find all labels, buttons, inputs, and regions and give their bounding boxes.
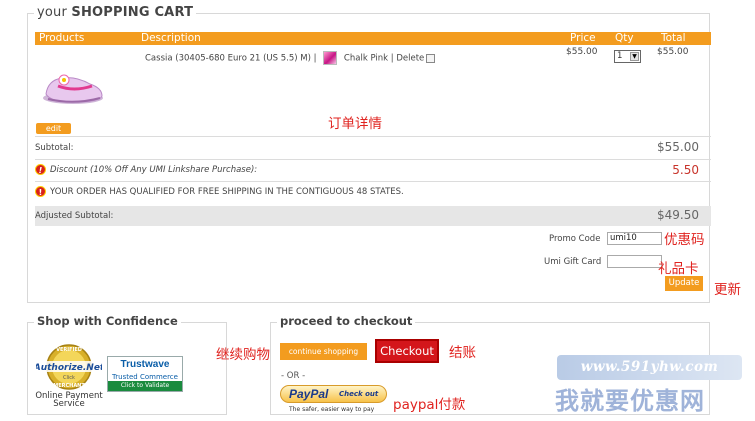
authnet-click: Click: [63, 375, 75, 381]
annotation-update: 更新: [714, 282, 741, 298]
edit-button[interactable]: edit: [36, 123, 71, 134]
confidence-title: Shop with Confidence: [34, 314, 181, 328]
annotation-order-details: 订单详情: [328, 116, 382, 132]
qty-select[interactable]: 1 ▼: [614, 50, 641, 63]
annotation-paypal: paypal付款: [393, 397, 466, 413]
authnet-verified: VERIFIED: [56, 347, 82, 353]
header-description: Description: [141, 32, 201, 44]
item-color: Chalk Pink: [343, 53, 389, 64]
watermark-name: 我就要优惠网: [555, 387, 705, 415]
paypal-tagline: The safer, easier way to pay: [289, 406, 375, 413]
subtotal-value: $55.00: [657, 140, 699, 154]
discount-value: 5.50: [672, 163, 699, 177]
shop-with-confidence-panel: Shop with Confidence VERIFIED Authorize.…: [27, 314, 227, 415]
trustwave-validate: Click to Validate: [108, 381, 182, 391]
gift-card-input[interactable]: [607, 255, 662, 268]
cart-header-bar: Products Description Price Qty Total: [35, 32, 711, 45]
shopping-cart-panel: your SHOPPING CART Products Description …: [27, 5, 711, 303]
delete-checkbox[interactable]: [426, 53, 436, 63]
trustwave-seal[interactable]: Trustwave Trusted Commerce Click to Vali…: [107, 356, 183, 392]
authnet-name: Authorize.Net: [36, 363, 102, 373]
continue-shopping-button[interactable]: continue shopping: [280, 343, 367, 360]
shipping-notice: YOUR ORDER HAS QUALIFIED FOR FREE SHIPPI…: [50, 187, 404, 197]
delete-label: Delete: [396, 53, 425, 64]
discount-row: ! Discount (10% Off Any UMI Linkshare Pur…: [35, 164, 257, 175]
alert-icon: !: [35, 186, 46, 197]
shipping-row: ! YOUR ORDER HAS QUALIFIED FOR FREE SHIPP…: [35, 186, 404, 197]
promo-code-input[interactable]: umi10: [607, 232, 662, 245]
adjusted-subtotal-bar: [35, 206, 711, 226]
header-products: Products: [39, 32, 85, 44]
divider: [35, 181, 711, 182]
divider: [35, 136, 711, 137]
paypal-check-out-label: Check out: [339, 390, 379, 398]
product-image[interactable]: [40, 66, 106, 106]
gift-card-label: Umi Gift Card: [544, 257, 602, 267]
trustwave-name: Trustwave: [120, 359, 170, 370]
authorize-net-seal[interactable]: VERIFIED Authorize.Net Click MERCHANT: [36, 341, 102, 393]
subtotal-label: Subtotal:: [35, 143, 74, 153]
checkout-title: proceed to checkout: [277, 314, 416, 328]
annotation-promo: 优惠码: [664, 232, 705, 248]
divider: [35, 159, 711, 160]
item-description: Cassia (30405-680 Euro 21 (US 5.5) M) | …: [145, 51, 436, 65]
alert-icon: !: [35, 164, 46, 175]
header-qty: Qty: [615, 32, 634, 44]
cart-title: your SHOPPING CART: [34, 5, 197, 20]
header-price: Price: [570, 32, 596, 44]
annotation-gift-card: 礼品卡: [658, 261, 699, 277]
paypal-checkout-button[interactable]: PayPal Check out: [280, 385, 387, 403]
item-total: $55.00: [657, 47, 689, 57]
or-separator: - OR -: [281, 371, 306, 381]
checkout-button[interactable]: Checkout: [375, 339, 439, 363]
watermark-url: www.591yhw.com: [557, 355, 742, 380]
promo-code-label: Promo Code: [549, 234, 601, 244]
annotation-checkout: 结账: [449, 345, 476, 361]
online-payment-caption: Online Payment Service: [35, 391, 103, 409]
annotation-continue: 继续购物: [216, 347, 270, 363]
color-swatch: [323, 51, 338, 65]
paypal-logo: PayPal: [289, 387, 329, 401]
discount-label: Discount (10% Off Any UMI Linkshare Purc…: [50, 165, 258, 175]
authnet-merchant: MERCHANT: [53, 383, 85, 389]
update-button[interactable]: Update: [665, 276, 703, 291]
item-name: Cassia (30405-680 Euro 21 (US 5.5) M): [145, 53, 311, 64]
header-total: Total: [661, 32, 686, 44]
chevron-down-icon: ▼: [630, 52, 639, 61]
adjusted-subtotal-value: $49.50: [657, 208, 699, 222]
adjusted-subtotal-label: Adjusted Subtotal:: [35, 211, 114, 221]
item-price: $55.00: [566, 47, 598, 57]
